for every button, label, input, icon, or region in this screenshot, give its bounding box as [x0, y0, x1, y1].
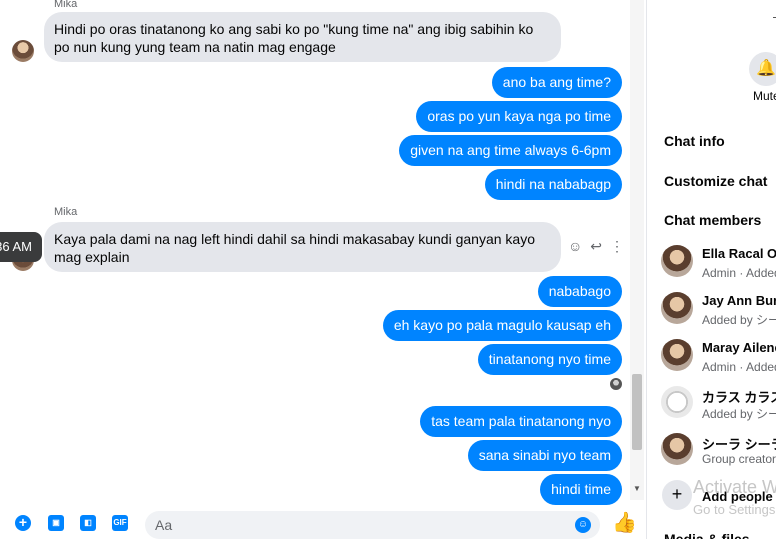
avatar	[661, 292, 693, 324]
image-icon[interactable]: ▣	[48, 515, 64, 531]
chat-details-pane: 🔔 Mute Chat info Customize chat Chat mem…	[647, 0, 776, 539]
member-role: Added by シーラ	[702, 407, 776, 421]
member-role: Admin · Added by シーラ	[702, 360, 776, 374]
outgoing-message: ano ba ang time?	[491, 67, 622, 98]
avatar	[661, 245, 693, 277]
member-name: カラス カラス	[702, 390, 776, 405]
outgoing-message: given na ang time always 6-6pm	[399, 135, 622, 166]
member-name: Ella Racal Olivar	[702, 246, 776, 261]
chat-info-item[interactable]: Chat info	[664, 133, 725, 149]
member-role: Group creator	[702, 452, 776, 466]
member-role: Admin · Added by シーラ	[702, 266, 776, 280]
activate-windows-title: Activate Windows	[693, 477, 776, 497]
mute-label: Mute	[753, 89, 776, 103]
plus-circle-icon[interactable]: +	[15, 515, 31, 531]
emoji-icon[interactable]: ☺	[575, 517, 591, 533]
scrollbar[interactable]: ▼	[630, 0, 644, 500]
member-role: Added by シーラ	[702, 313, 776, 327]
member-name: シーラ シーラ	[702, 437, 776, 452]
bell-icon[interactable]: 🔔	[749, 52, 776, 86]
member-name: Maray Ailene	[702, 340, 776, 355]
activate-windows-subtitle: Go to Settings to activate Windows.	[693, 502, 776, 517]
customize-chat-item[interactable]: Customize chat	[664, 173, 767, 189]
member-row[interactable]: シーラ シーラ Group creator	[661, 433, 776, 469]
avatar[interactable]	[12, 40, 34, 62]
member-row[interactable]: Ella Racal Olivar Admin · Added by シーラ	[661, 245, 776, 281]
member-row[interactable]: Jay Ann Burgos Added by シーラ	[661, 292, 776, 328]
avatar	[661, 339, 693, 371]
sender-name: Mika	[54, 206, 78, 218]
react-icon[interactable]: ☺	[568, 237, 582, 255]
avatar	[661, 386, 693, 418]
outgoing-message: hindi na nababagp	[484, 169, 622, 200]
outgoing-message: eh kayo po pala magulo kausap eh	[382, 310, 622, 341]
incoming-message: Hindi po oras tinatanong ko ang sabi ko …	[44, 12, 561, 62]
conversation-pane: Mika Hindi po oras tinatanong ko ang sab…	[0, 0, 630, 539]
member-name: Jay Ann Burgos	[702, 293, 776, 308]
incoming-message: Kaya pala dami na nag left hindi dahil s…	[44, 222, 561, 272]
message-input[interactable]: Aa	[145, 511, 600, 539]
outgoing-message: sana sinabi nyo team	[467, 440, 622, 471]
chat-members-item[interactable]: Chat members	[664, 212, 761, 228]
member-row[interactable]: Maray Ailene Admin · Added by シーラ	[661, 339, 776, 375]
outgoing-message: tas team pala tinatanong nyo	[420, 406, 622, 437]
timestamp-tooltip: 36 AM	[0, 232, 42, 262]
outgoing-message: oras po yun kaya nga po time	[416, 101, 622, 132]
message-actions: ☺ ↩ ⋮	[568, 237, 624, 255]
scroll-thumb[interactable]	[632, 374, 642, 450]
add-people-icon[interactable]: +	[662, 480, 692, 510]
more-icon[interactable]: ⋮	[610, 237, 624, 255]
read-receipt-avatar	[610, 378, 622, 390]
media-files-item[interactable]: Media & files	[664, 531, 750, 539]
outgoing-message: hindi time	[540, 474, 622, 505]
outgoing-message: nababago	[537, 276, 622, 307]
reply-icon[interactable]: ↩	[590, 237, 602, 255]
avatar	[661, 433, 693, 465]
member-row[interactable]: カラス カラス Added by シーラ	[661, 386, 776, 422]
sender-name: Mika	[54, 0, 78, 10]
scroll-down-icon[interactable]: ▼	[632, 484, 642, 494]
gif-icon[interactable]: GIF	[112, 515, 128, 531]
thumbs-up-icon[interactable]: 👍	[612, 513, 637, 533]
outgoing-message: tinatanong nyo time	[477, 344, 622, 375]
composer: + ▣ ◧ GIF Aa ☺ 👍	[0, 505, 644, 539]
sticker-icon[interactable]: ◧	[80, 515, 96, 531]
